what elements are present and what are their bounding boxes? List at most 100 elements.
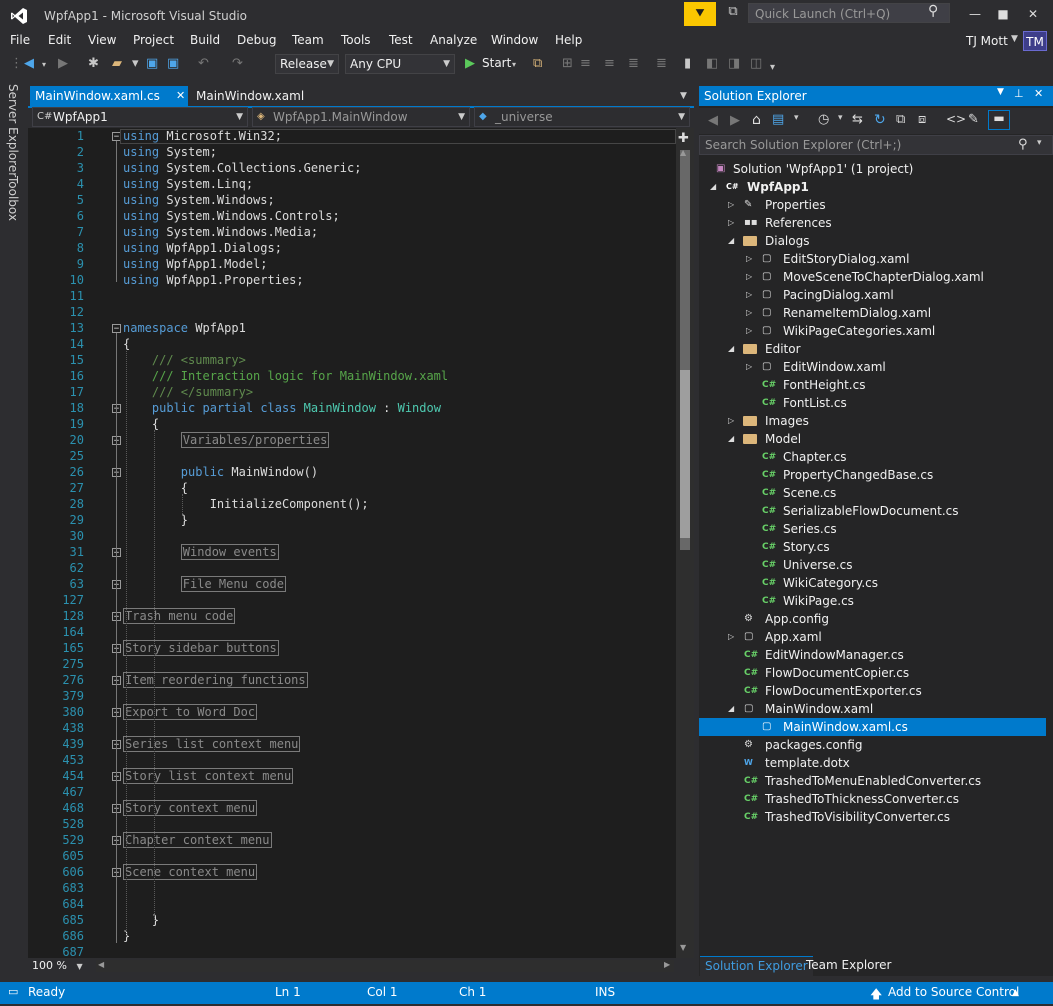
- configuration-select[interactable]: Release ▼: [275, 54, 339, 74]
- tree-item[interactable]: WikiPageCategories.xaml: [783, 322, 935, 340]
- toolbox-tab[interactable]: Toolbox: [6, 176, 20, 221]
- collapsed-region[interactable]: Item reordering functions: [123, 672, 308, 688]
- scroll-down-icon[interactable]: ▼: [680, 943, 686, 952]
- code-line[interactable]: Story list context menu: [123, 768, 294, 784]
- collapsed-region[interactable]: Story sidebar buttons: [123, 640, 279, 656]
- tree-item[interactable]: MainWindow.xaml: [765, 700, 873, 718]
- redo-icon[interactable]: ↷: [232, 56, 243, 71]
- menu-build[interactable]: Build: [190, 33, 220, 47]
- tree-item[interactable]: MainWindow.xaml.cs: [783, 718, 908, 736]
- browser-link-icon[interactable]: ⧉: [533, 56, 542, 71]
- menu-tools[interactable]: Tools: [341, 33, 371, 47]
- notification-flag-icon[interactable]: ⯆: [684, 2, 716, 26]
- code-line[interactable]: using System.Windows.Controls;: [123, 209, 340, 223]
- member-nav-select[interactable]: ◆ _universe ▼: [474, 107, 690, 127]
- collapsed-region[interactable]: Variables/properties: [180, 432, 330, 448]
- close-icon[interactable]: ✕: [1034, 87, 1043, 100]
- comment-icon[interactable]: ≣: [628, 56, 639, 71]
- collapsed-region[interactable]: Chapter context menu: [123, 832, 272, 848]
- new-project-icon[interactable]: ✱: [88, 56, 99, 71]
- tree-item[interactable]: FontHeight.cs: [783, 376, 865, 394]
- tree-item[interactable]: RenameItemDialog.xaml: [783, 304, 931, 322]
- tree-item[interactable]: Scene.cs: [783, 484, 836, 502]
- tree-item[interactable]: TrashedToMenuEnabledConverter.cs: [765, 772, 981, 790]
- collapsed-region[interactable]: Trash menu code: [123, 608, 236, 624]
- code-line[interactable]: /// Interaction logic for MainWindow.xam…: [123, 369, 448, 383]
- expand-arrow-icon[interactable]: ▷: [728, 196, 734, 214]
- menu-window[interactable]: Window: [491, 33, 538, 47]
- forward-icon[interactable]: ▶: [58, 56, 68, 71]
- expand-arrow-icon[interactable]: ▷: [746, 250, 752, 268]
- tab-list-dropdown-icon[interactable]: ▼: [680, 86, 687, 106]
- chevron-up-icon[interactable]: ▲: [1012, 988, 1019, 998]
- filter-dropdown-icon[interactable]: ▾: [838, 113, 843, 123]
- tree-item[interactable]: TrashedToVisibilityConverter.cs: [765, 808, 950, 826]
- code-line[interactable]: /// <summary>: [123, 353, 246, 367]
- solution-search-input[interactable]: Search Solution Explorer (Ctrl+;): [699, 135, 1053, 155]
- avatar[interactable]: TM: [1023, 31, 1047, 51]
- back-icon[interactable]: ◀: [708, 113, 718, 128]
- menu-file[interactable]: File: [10, 33, 30, 47]
- menu-edit[interactable]: Edit: [48, 33, 71, 47]
- tab-mainwindow-xaml[interactable]: MainWindow.xaml: [190, 86, 304, 106]
- tree-item[interactable]: Model: [765, 430, 801, 448]
- expand-arrow-icon[interactable]: ▷: [746, 268, 752, 286]
- tree-item[interactable]: Solution 'WpfApp1' (1 project): [733, 160, 913, 178]
- uncomment-icon[interactable]: ≣: [656, 56, 667, 71]
- forward-icon[interactable]: ▶: [730, 113, 740, 128]
- preview-icon[interactable]: ▬: [988, 110, 1010, 130]
- show-all-files-icon[interactable]: ⧈: [918, 112, 926, 127]
- tree-item[interactable]: Series.cs: [783, 520, 837, 538]
- code-line[interactable]: Export to Word Doc: [123, 704, 258, 720]
- tree-item[interactable]: EditWindow.xaml: [783, 358, 886, 376]
- expand-arrow-icon[interactable]: ▷: [728, 628, 734, 646]
- menu-analyze[interactable]: Analyze: [430, 33, 477, 47]
- tree-item[interactable]: FlowDocumentExporter.cs: [765, 682, 922, 700]
- code-line[interactable]: public MainWindow(): [123, 465, 318, 479]
- code-line[interactable]: File Menu code: [123, 576, 286, 592]
- tree-item[interactable]: Story.cs: [783, 538, 830, 556]
- collapsed-region[interactable]: Export to Word Doc: [123, 704, 258, 720]
- collapsed-region[interactable]: Series list context menu: [123, 736, 301, 752]
- close-icon[interactable]: ✕: [176, 86, 185, 106]
- switch-views-icon[interactable]: ▤: [772, 112, 784, 127]
- home-icon[interactable]: ⌂: [752, 112, 761, 128]
- search-options-icon[interactable]: ▾: [1037, 138, 1042, 148]
- start-icon[interactable]: ▶: [465, 56, 475, 71]
- code-line[interactable]: using System.Linq;: [123, 177, 253, 191]
- tree-item[interactable]: FontList.cs: [783, 394, 847, 412]
- tree-item[interactable]: App.config: [765, 610, 829, 628]
- code-line[interactable]: InitializeComponent();: [123, 497, 369, 511]
- start-dropdown-icon[interactable]: ▾: [512, 60, 516, 69]
- back-dropdown-icon[interactable]: ▾: [42, 60, 46, 69]
- quick-launch-input[interactable]: Quick Launch (Ctrl+Q): [748, 3, 950, 23]
- step-icon[interactable]: ⊞: [562, 56, 573, 71]
- tab-team-explorer[interactable]: Team Explorer: [806, 956, 892, 976]
- collapse-all-icon[interactable]: ⧉: [896, 112, 905, 127]
- code-line[interactable]: Story sidebar buttons: [123, 640, 279, 656]
- tab-mainwindow-xaml-cs[interactable]: MainWindow.xaml.cs: [30, 86, 188, 106]
- tree-item[interactable]: References: [765, 214, 832, 232]
- add-to-source-control-button[interactable]: Add to Source Control: [888, 985, 1019, 999]
- expand-arrow-icon[interactable]: ▷: [746, 322, 752, 340]
- bookmark-icon[interactable]: ▮: [684, 56, 691, 71]
- expand-arrow-icon[interactable]: ▷: [746, 304, 752, 322]
- code-line[interactable]: }: [123, 513, 188, 527]
- tree-item[interactable]: WpfApp1: [747, 178, 809, 196]
- collapse-arrow-icon[interactable]: ◢: [728, 430, 734, 448]
- code-line[interactable]: Series list context menu: [123, 736, 301, 752]
- code-line[interactable]: using WpfApp1.Properties;: [123, 273, 304, 287]
- collapsed-region[interactable]: Window events: [180, 544, 279, 560]
- close-button[interactable]: ✕: [1018, 4, 1048, 24]
- expand-arrow-icon[interactable]: ▷: [746, 358, 752, 376]
- code-line[interactable]: {: [123, 417, 159, 431]
- tree-item[interactable]: FlowDocumentCopier.cs: [765, 664, 909, 682]
- code-line[interactable]: Item reordering functions: [123, 672, 308, 688]
- panel-dropdown-icon[interactable]: ▼: [997, 87, 1004, 97]
- scroll-left-icon[interactable]: ◀: [98, 960, 104, 969]
- code-line[interactable]: {: [123, 337, 130, 351]
- search-icon[interactable]: ⚲: [928, 3, 938, 19]
- editor-horizontal-scrollbar[interactable]: [96, 960, 674, 972]
- save-all-icon[interactable]: ▣: [167, 56, 179, 71]
- pin-icon[interactable]: ⊥: [1014, 87, 1024, 100]
